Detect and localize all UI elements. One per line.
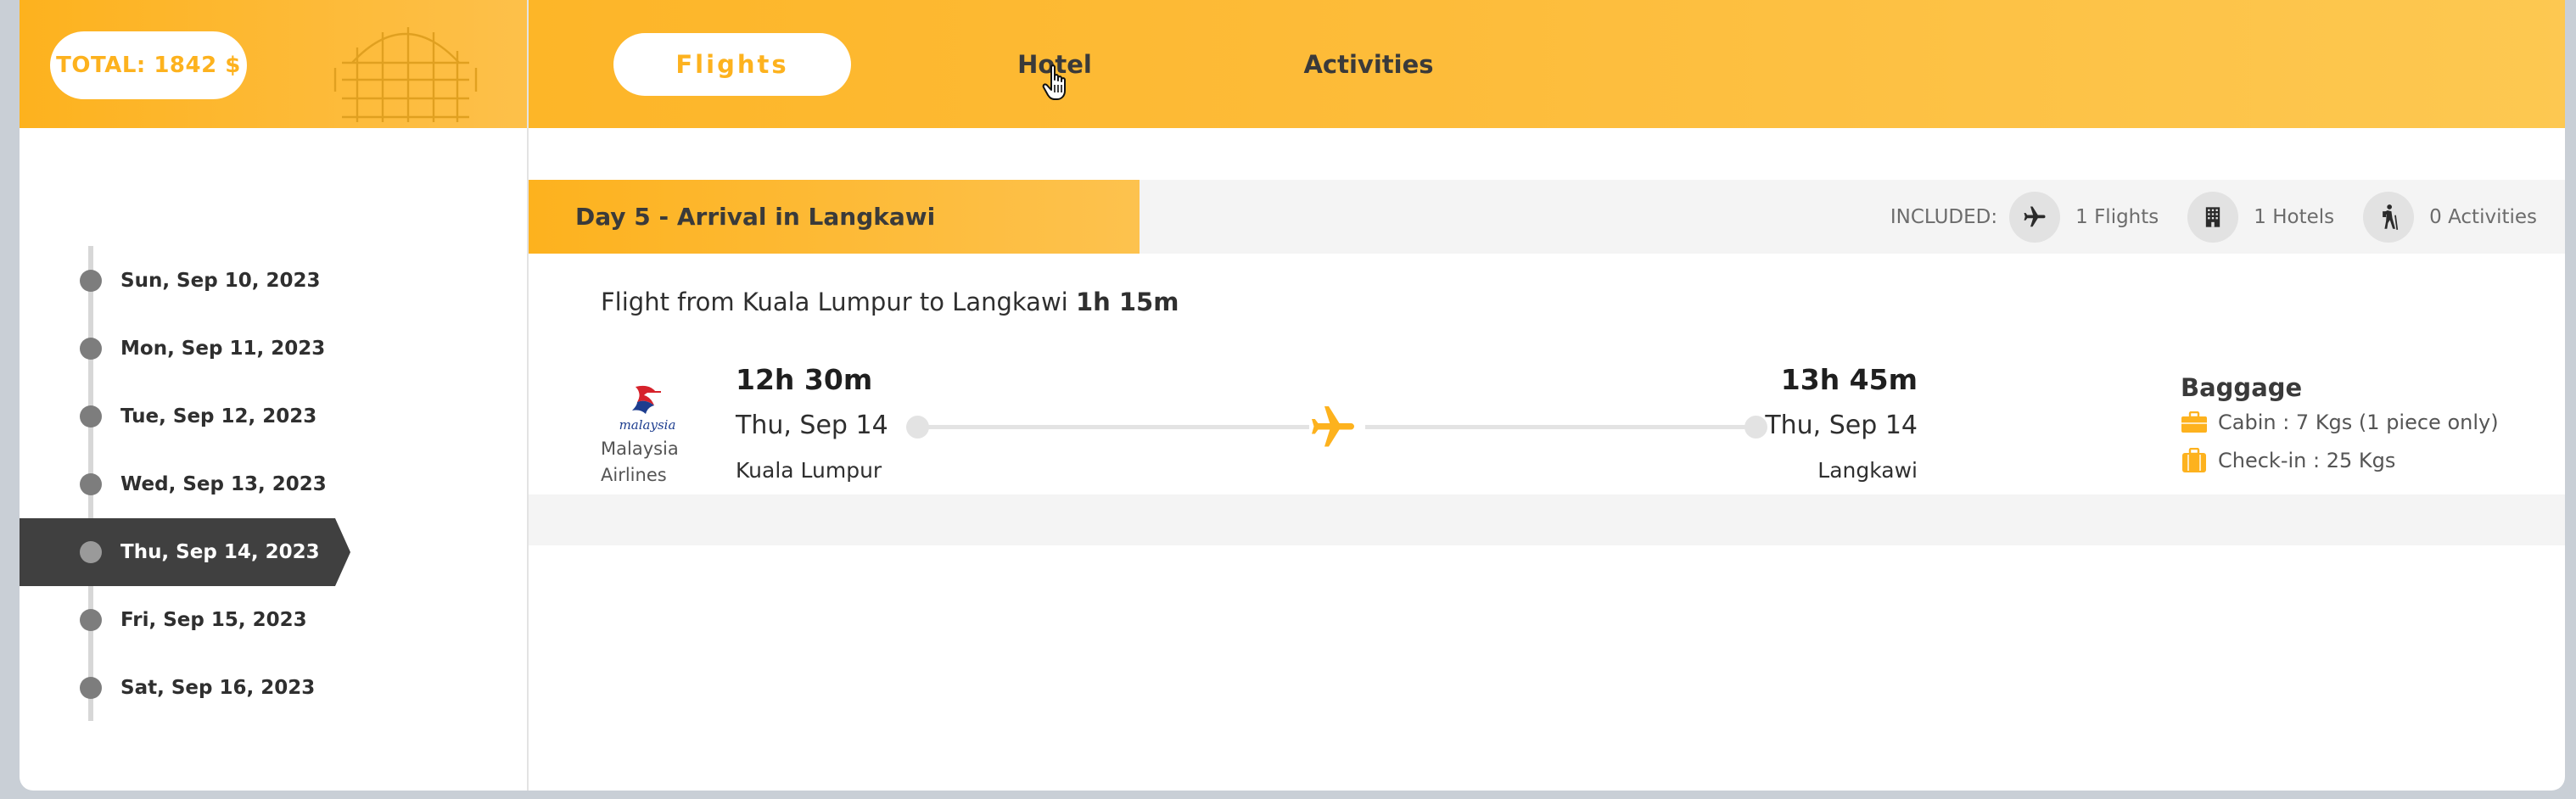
flight-route-text: Flight from Kuala Lumpur to Langkawi [601, 288, 1068, 316]
day-label: Mon, Sep 11, 2023 [120, 338, 326, 360]
checkin-baggage: Check-in : 25 Kgs [2181, 448, 2395, 473]
day-label: Sat, Sep 16, 2023 [120, 677, 316, 699]
day-label: Tue, Sep 12, 2023 [120, 405, 317, 427]
departure-city: Kuala Lumpur [736, 458, 882, 483]
malaysia-airlines-logo: malaysia [619, 385, 676, 433]
hotel-building-icon [2187, 191, 2239, 243]
day-item-sep-11[interactable]: Mon, Sep 11, 2023 [20, 315, 376, 383]
day-item-sep-16[interactable]: Sat, Sep 16, 2023 [20, 654, 376, 722]
trip-planner-page: TOTAL: 1842 $ Flights Hotel Activities S… [20, 0, 2565, 791]
arrival-time: 13h 45m [1780, 363, 1918, 396]
arrival-date: Thu, Sep 14 [1765, 411, 1918, 440]
svg-text:malaysia: malaysia [619, 417, 676, 433]
day-item-sep-10[interactable]: Sun, Sep 10, 2023 [20, 247, 376, 315]
plane-icon [2009, 191, 2061, 243]
hand-cursor-icon [1042, 64, 1066, 100]
flight-title: Flight from Kuala Lumpur to Langkawi 1h … [601, 288, 1179, 316]
cabin-baggage-text: Cabin : 7 Kgs (1 piece only) [2218, 411, 2499, 434]
day-title-box: Day 5 - Arrival in Langkawi [529, 180, 1140, 254]
briefcase-icon [2181, 411, 2207, 433]
day-item-sep-14[interactable]: Thu, Sep 14, 2023 [20, 518, 376, 586]
timeline-dot [80, 541, 102, 563]
day-header: Day 5 - Arrival in Langkawi INCLUDED: 1 … [529, 180, 2565, 254]
included-summary: INCLUDED: 1 Flights 1 Hotels 0 Activitie… [1890, 180, 2537, 254]
ferris-wheel-logo-icon [333, 27, 478, 122]
activities-count: 0 Activities [2429, 205, 2537, 228]
day-item-sep-12[interactable]: Tue, Sep 12, 2023 [20, 383, 376, 450]
sidebar-divider [527, 0, 529, 791]
plane-icon [1312, 406, 1354, 447]
route-line-right [1365, 425, 1756, 429]
baggage-title: Baggage [2181, 373, 2303, 402]
timeline-dot [80, 677, 102, 699]
day-item-sep-13[interactable]: Wed, Sep 13, 2023 [20, 450, 376, 518]
hotels-count: 1 Hotels [2254, 205, 2335, 228]
departure-date: Thu, Sep 14 [736, 411, 888, 440]
timeline-dot [80, 270, 102, 292]
airline-name: Malaysia Airlines [601, 439, 679, 485]
included-label: INCLUDED: [1890, 205, 1998, 228]
total-price-badge: TOTAL: 1842 $ [50, 31, 247, 99]
day-label: Fri, Sep 15, 2023 [120, 609, 307, 631]
day-label: Sun, Sep 10, 2023 [120, 270, 321, 292]
tab-flights[interactable]: Flights [613, 33, 851, 96]
cabin-baggage: Cabin : 7 Kgs (1 piece only) [2181, 411, 2499, 434]
timeline-dot [80, 473, 102, 495]
day-label: Wed, Sep 13, 2023 [120, 473, 327, 495]
suitcase-icon [2182, 448, 2206, 472]
route-end-dot [1744, 416, 1767, 439]
timeline-dot [80, 609, 102, 631]
departure-time: 12h 30m [736, 363, 873, 396]
route-line-left [919, 425, 1309, 429]
flight-duration: 1h 15m [1075, 288, 1179, 316]
checkin-baggage-text: Check-in : 25 Kgs [2218, 449, 2396, 472]
day-label: Thu, Sep 14, 2023 [120, 541, 320, 563]
day-title: Day 5 - Arrival in Langkawi [575, 203, 936, 231]
timeline-dot [80, 405, 102, 427]
total-zone: TOTAL: 1842 $ [20, 0, 527, 128]
timeline-dot [80, 338, 102, 360]
section-footer-band [529, 494, 2565, 545]
tab-activities[interactable]: Activities [1267, 33, 1470, 96]
flights-count: 1 Flights [2075, 205, 2159, 228]
hiker-icon [2363, 191, 2415, 243]
arrival-city: Langkawi [1817, 458, 1918, 483]
day-item-sep-15[interactable]: Fri, Sep 15, 2023 [20, 586, 376, 654]
